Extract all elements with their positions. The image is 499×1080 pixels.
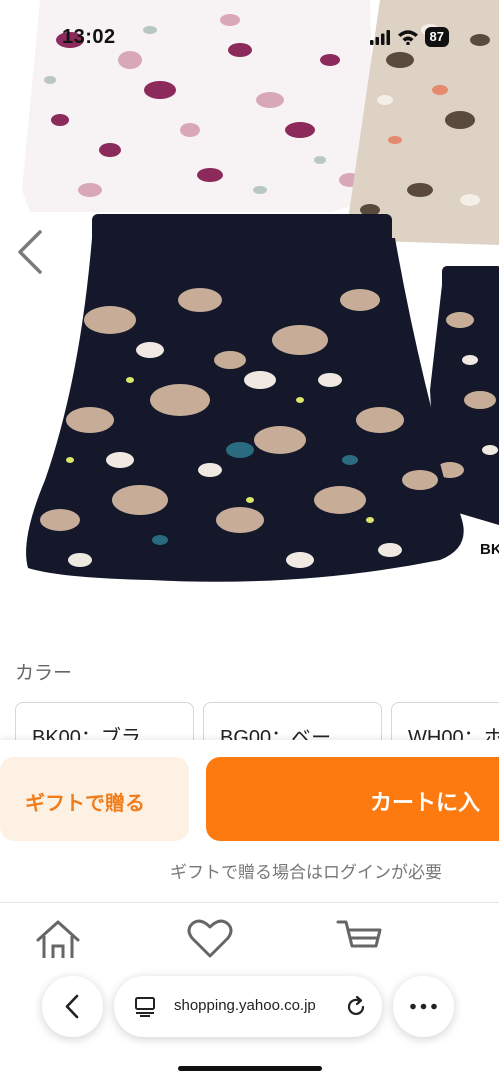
variant-code-label: BK [480, 541, 499, 558]
color-option-wh00[interactable]: WH00：ホ [391, 702, 499, 742]
product-photo [22, 0, 499, 582]
browser-more-button[interactable] [393, 976, 454, 1037]
status-bar: 13:02 87 [0, 0, 499, 70]
url-text: shopping.yahoo.co.jp [174, 997, 316, 1014]
status-time: 13:02 [62, 26, 116, 48]
color-options: BK00：ブラ BG00：ベー WH00：ホ [15, 702, 499, 742]
back-icon [65, 994, 79, 1019]
color-option-label: BK00：ブラ [32, 727, 141, 742]
add-to-cart-button[interactable]: カートに入 [206, 757, 499, 841]
color-option-bk00[interactable]: BK00：ブラ [15, 702, 194, 742]
add-to-cart-label: カートに入 [370, 790, 481, 815]
signal-icon [369, 30, 390, 45]
reload-icon[interactable] [344, 995, 368, 1019]
cart-icon[interactable] [336, 918, 384, 958]
tabs-icon [135, 997, 155, 1017]
color-option-label: BG00：ベー [220, 727, 332, 742]
browser-back-button[interactable] [42, 976, 103, 1037]
waistband [92, 214, 392, 260]
divider [0, 902, 499, 903]
color-option-bg00[interactable]: BG00：ベー [203, 702, 382, 742]
more-icon [410, 1003, 437, 1010]
color-section-heading: カラー [15, 663, 73, 684]
color-option-label: WH00：ホ [408, 727, 499, 742]
gift-button-label: ギフトで贈る [25, 793, 145, 815]
gift-button[interactable]: ギフトで贈る [0, 757, 189, 841]
home-icon[interactable] [34, 918, 82, 958]
product-image-carousel[interactable]: 13:02 87 BK [0, 0, 499, 640]
gift-login-note: ギフトで贈る場合はログインが必要 [170, 863, 442, 882]
wifi-icon [397, 30, 418, 45]
heart-icon[interactable] [186, 918, 234, 958]
black-skirt-image [26, 238, 464, 582]
home-indicator [178, 1066, 322, 1071]
battery-icon: 87 [424, 27, 449, 47]
address-bar[interactable]: shopping.yahoo.co.jp [114, 976, 382, 1037]
chevron-left-icon[interactable] [12, 228, 48, 276]
status-icons: 87 [369, 27, 449, 47]
